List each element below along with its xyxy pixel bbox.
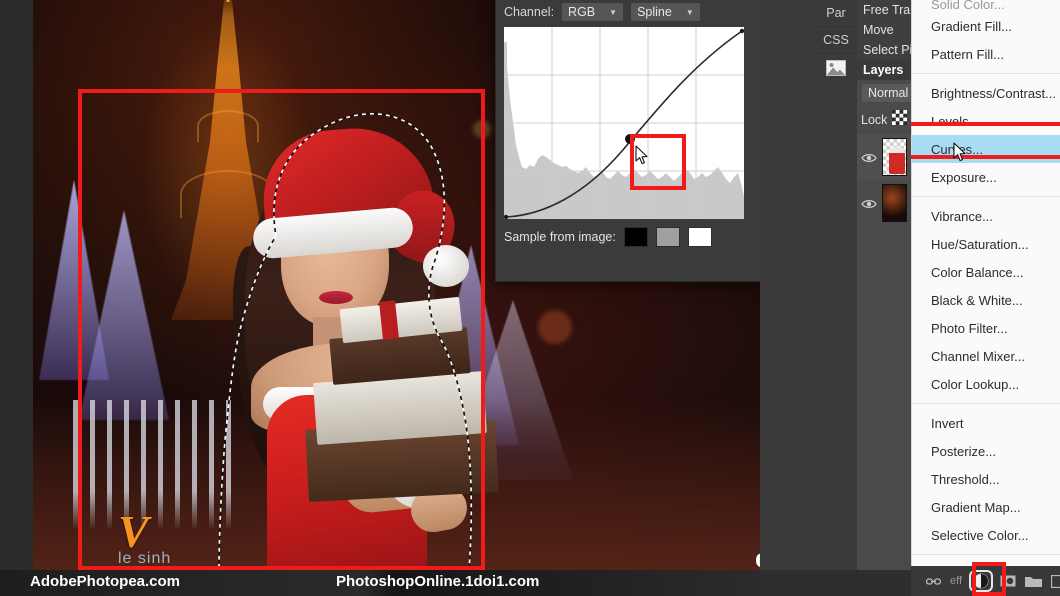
tab-css[interactable]: CSS: [815, 27, 857, 54]
menu-item-color-lookup[interactable]: Color Lookup...: [912, 370, 1060, 398]
sample-from-image-row[interactable]: Sample from image:: [504, 227, 712, 247]
menu-item-black-and-white[interactable]: Black & White...: [912, 286, 1060, 314]
annotation-line-below-curves: [911, 155, 1060, 159]
menu-separator: [912, 554, 1060, 555]
menu-item-vibrance[interactable]: Vibrance...: [912, 202, 1060, 230]
annotation-box-canvas: [78, 89, 485, 570]
curves-dialog-header: Channel: RGB ▼ Spline ▼: [496, 1, 766, 23]
menu-item-hue-saturation[interactable]: Hue/Saturation...: [912, 230, 1060, 258]
mouse-cursor-icon: [953, 142, 966, 162]
link-layers-icon[interactable]: [926, 577, 941, 586]
bottom-strip-right: [760, 570, 911, 596]
layer-effects-icon[interactable]: eff: [950, 575, 962, 587]
menu-item-levels[interactable]: Levels...: [912, 107, 1060, 135]
sample-gray-swatch[interactable]: [655, 227, 680, 247]
tool-row-select-pixels[interactable]: Select Pix: [857, 40, 911, 60]
menu-item-threshold[interactable]: Threshold...: [912, 465, 1060, 493]
layers-panel[interactable]: Free Tra Move Select Pix Layers Normal L…: [857, 0, 915, 596]
left-toolbar-strip[interactable]: [0, 0, 34, 596]
lock-transparency-icon[interactable]: [892, 110, 907, 130]
menu-item-channel-mixer[interactable]: Channel Mixer...: [912, 342, 1060, 370]
menu-item-photo-filter[interactable]: Photo Filter...: [912, 314, 1060, 342]
menu-item-pattern-fill[interactable]: Pattern Fill...: [912, 40, 1060, 68]
sample-white-swatch[interactable]: [687, 227, 712, 247]
new-layer-icon[interactable]: [1051, 574, 1060, 588]
image-icon[interactable]: [815, 54, 857, 82]
watermark-right: PhotoshopOnline.1doi1.com: [336, 573, 540, 590]
histogram: [504, 42, 744, 219]
blend-mode-dropdown[interactable]: Normal: [862, 84, 915, 102]
sample-black-swatch[interactable]: [623, 227, 648, 247]
tab-par[interactable]: Par: [815, 0, 857, 27]
menu-item-gradient-fill[interactable]: Gradient Fill...: [912, 12, 1060, 40]
menu-item-brightness-contrast[interactable]: Brightness/Contrast...: [912, 79, 1060, 107]
menu-separator: [912, 403, 1060, 404]
channel-dropdown[interactable]: RGB ▼: [562, 3, 624, 21]
curves-graph[interactable]: [503, 27, 745, 220]
menu-separator: [912, 196, 1060, 197]
channel-value: RGB: [568, 5, 596, 19]
chevron-down-icon: ▼: [609, 7, 618, 17]
eye-icon[interactable]: [861, 197, 877, 209]
annotation-box-adjustment-icon: [972, 562, 1006, 596]
watermark-left: AdobePhotopea.com: [30, 573, 181, 590]
interpolation-dropdown[interactable]: Spline ▼: [631, 3, 700, 21]
menu-item-posterize[interactable]: Posterize...: [912, 437, 1060, 465]
lock-row[interactable]: Lock:: [857, 106, 911, 134]
chevron-down-icon: ▼: [685, 7, 694, 17]
menu-item-exposure[interactable]: Exposure...: [912, 163, 1060, 191]
layer-row[interactable]: [857, 180, 911, 226]
new-group-icon[interactable]: [1025, 575, 1043, 587]
annotation-box-curve-point: [630, 134, 686, 190]
tool-row-free-transform[interactable]: Free Tra: [857, 0, 911, 20]
adjustment-layer-menu[interactable]: Solid Color... Gradient Fill... Pattern …: [911, 0, 1060, 582]
menu-item-gradient-map[interactable]: Gradient Map...: [912, 493, 1060, 521]
channel-label: Channel:: [504, 5, 555, 19]
menu-item-solid-color[interactable]: Solid Color...: [912, 0, 1060, 12]
photopea-window: V le sinh es Channel: RGB ▼ Spline ▼: [0, 0, 1060, 596]
menu-item-invert[interactable]: Invert: [912, 409, 1060, 437]
eye-icon[interactable]: [861, 151, 877, 163]
layer-thumbnail[interactable]: [882, 184, 907, 222]
curves-graph-svg: [503, 27, 745, 220]
lock-label: Lock:: [861, 113, 887, 127]
tool-row-move[interactable]: Move: [857, 20, 911, 40]
layer-thumbnail[interactable]: [882, 138, 907, 176]
interpolation-value: Spline: [637, 5, 672, 19]
menu-item-color-balance[interactable]: Color Balance...: [912, 258, 1060, 286]
curve-point-white: [739, 28, 745, 34]
menu-separator: [912, 73, 1060, 74]
panel-tab-strip[interactable]: Par CSS: [815, 0, 858, 596]
menu-item-selective-color[interactable]: Selective Color...: [912, 521, 1060, 549]
annotation-line-above-curves: [911, 122, 1060, 126]
layer-row[interactable]: [857, 134, 911, 180]
layers-panel-title: Layers: [857, 60, 911, 80]
sample-from-image-label: Sample from image:: [504, 230, 616, 244]
bottom-watermark-strip: AdobePhotopea.com PhotoshopOnline.1doi1.…: [0, 570, 760, 596]
